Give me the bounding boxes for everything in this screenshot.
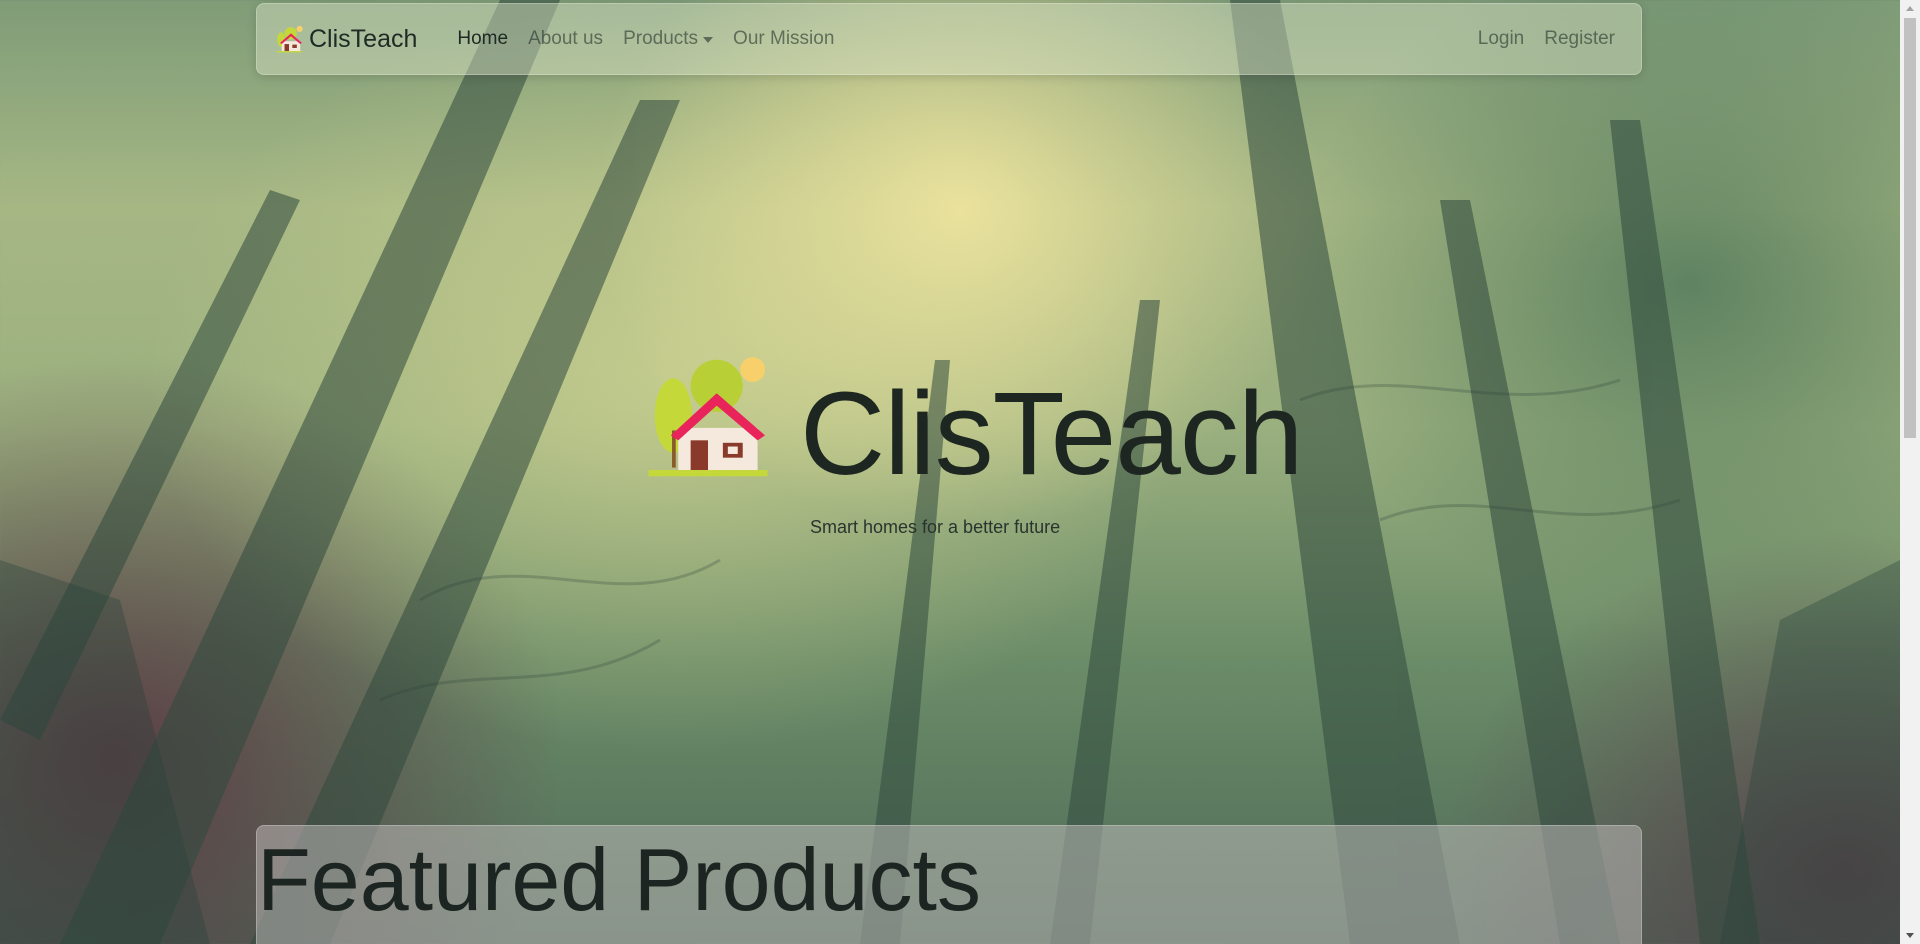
- main-nav: Home About us Products Our Mission: [447, 28, 844, 50]
- nav-products-dropdown[interactable]: Products: [613, 28, 723, 50]
- hero-section: ClisTeach Smart homes for a better futur…: [0, 0, 1900, 944]
- brand-name: ClisTeach: [309, 24, 418, 53]
- brand-link[interactable]: ClisTeach: [275, 25, 417, 54]
- house-logo-icon: [648, 357, 768, 477]
- auth-nav: Login Register: [1468, 28, 1625, 50]
- scroll-down-icon[interactable]: [1906, 933, 1914, 938]
- scroll-thumb[interactable]: [1904, 18, 1916, 438]
- caret-down-icon: [703, 37, 714, 43]
- nav-about-link[interactable]: About us: [518, 28, 613, 50]
- register-link[interactable]: Register: [1534, 28, 1625, 50]
- nav-home-link[interactable]: Home: [447, 28, 518, 50]
- scroll-up-icon[interactable]: [1906, 6, 1914, 11]
- page-scrollbar[interactable]: [1900, 0, 1920, 944]
- house-logo-icon: [276, 25, 303, 53]
- login-link[interactable]: Login: [1468, 28, 1535, 50]
- hero-subtitle: Smart homes for a better future: [810, 517, 1061, 537]
- top-navbar: ClisTeach Home About us Products Our Mis…: [256, 3, 1642, 75]
- nav-mission-link[interactable]: Our Mission: [723, 28, 844, 50]
- hero-title: ClisTeach: [800, 368, 1304, 500]
- nav-products-label: Products: [623, 28, 699, 49]
- featured-products-heading: Featured Products: [257, 830, 981, 929]
- featured-products-panel: Featured Products: [256, 825, 1642, 944]
